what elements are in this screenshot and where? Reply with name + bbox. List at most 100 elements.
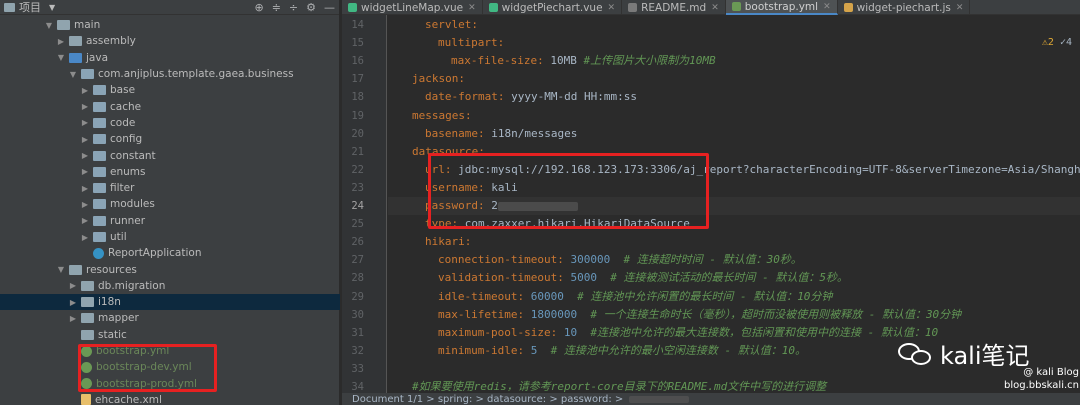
collapse-icon[interactable]: ≑ — [272, 1, 281, 14]
inspection-widget[interactable]: ⚠2 ✓4 — [1042, 37, 1072, 48]
tree-item-label: constant — [110, 149, 156, 162]
tree-item-label: ehcache.xml — [95, 393, 162, 405]
close-icon[interactable]: ✕ — [468, 3, 476, 13]
close-icon[interactable]: ✕ — [711, 3, 719, 13]
tree-item-label: i18n — [98, 296, 121, 309]
yaml-key: multipart: — [438, 36, 505, 50]
code-line[interactable]: jackson: — [412, 70, 465, 88]
tree-item[interactable]: ▼ com.anjiplus.template.gaea.business — [0, 66, 340, 82]
tree-item[interactable]: ▶ i18n — [0, 294, 340, 311]
editor-tab[interactable]: widgetPiechart.vue ✕ — [483, 0, 623, 15]
code-line[interactable]: servlet: — [412, 16, 478, 34]
tree-item-label: main — [74, 19, 101, 32]
tree-item[interactable]: ▼ resources — [0, 261, 340, 277]
code-line[interactable]: date-format: yyyy-MM-dd HH:mm:ss — [412, 88, 637, 106]
code-line[interactable]: hikari: — [412, 233, 471, 251]
breadcrumb[interactable]: Document 1/1 > spring: > datasource: > p… — [352, 394, 623, 405]
line-number: 24 — [351, 200, 364, 212]
editor-tab[interactable]: widgetLineMap.vue ✕ — [342, 0, 483, 15]
tree-item[interactable]: ▶ config — [0, 131, 340, 147]
chevron-down-icon[interactable]: ▼ — [56, 265, 66, 274]
chevron-down-icon[interactable]: ▼ — [68, 70, 78, 79]
watermark-blog: @ kali Blog blog.bbskali.cn — [1004, 366, 1079, 392]
chevron-right-icon[interactable]: ▶ — [68, 298, 78, 307]
chevron-right-icon[interactable]: ▶ — [80, 102, 90, 111]
code-line[interactable]: username: kali — [412, 179, 518, 197]
code-line[interactable]: max-lifetime: 1800000 # 一个连接生命时长（毫秒），超时而… — [412, 306, 961, 324]
chevron-right-icon[interactable]: ▶ — [80, 216, 90, 225]
code-line[interactable]: connection-timeout: 300000 # 连接超时时间 - 默认… — [412, 251, 802, 269]
ok-count[interactable]: ✓4 — [1060, 37, 1072, 48]
tree-item[interactable]: ▶ constant — [0, 147, 340, 163]
minimize-icon[interactable]: — — [324, 1, 335, 14]
chevron-right-icon[interactable]: ▶ — [80, 118, 90, 127]
close-icon[interactable]: ✕ — [956, 3, 964, 13]
tree-item[interactable]: ▶ mapper — [0, 310, 340, 326]
chevron-right-icon[interactable]: ▶ — [80, 233, 90, 242]
close-icon[interactable]: ✕ — [608, 3, 616, 13]
code-line[interactable]: multipart: — [412, 34, 504, 52]
tree-item[interactable]: ▶ filter — [0, 180, 340, 196]
editor-tab[interactable]: README.md ✕ — [622, 0, 726, 15]
tree-item[interactable]: ▶ assembly — [0, 33, 340, 49]
code-line[interactable]: maximum-pool-size: 10 #连接池中允许的最大连接数，包括闲置… — [412, 324, 938, 342]
chevron-right-icon[interactable]: ▶ — [56, 37, 66, 46]
tree-item[interactable]: ▶ modules — [0, 196, 340, 212]
code-line[interactable]: url: jdbc:mysql://192.168.123.173:3306/a… — [412, 161, 1080, 179]
tree-item[interactable]: bootstrap-prod.yml — [0, 376, 340, 392]
chevron-down-icon[interactable]: ▼ — [44, 21, 54, 30]
tree-item-label: config — [110, 133, 143, 146]
yaml-key: datasource: — [412, 144, 485, 158]
chevron-right-icon[interactable]: ▶ — [80, 86, 90, 95]
tree-item[interactable]: ▶ db.migration — [0, 278, 340, 294]
chevron-right-icon[interactable]: ▶ — [68, 314, 78, 323]
tree-item[interactable]: ehcache.xml — [0, 392, 340, 405]
tree-item[interactable]: ▶ cache — [0, 98, 340, 114]
tree-item[interactable]: ▼ java — [0, 50, 340, 66]
code-line[interactable]: minimum-idle: 5 # 连接池中允许的最小空闲连接数 - 默认值：1… — [412, 342, 806, 360]
chevron-down-icon[interactable]: ▼ — [49, 3, 55, 12]
tree-item-label: modules — [110, 198, 155, 211]
tree-item[interactable]: static — [0, 327, 340, 343]
chevron-right-icon[interactable]: ▶ — [80, 151, 90, 160]
chevron-right-icon[interactable]: ▶ — [68, 281, 78, 290]
tree-item[interactable]: bootstrap-dev.yml — [0, 359, 340, 375]
tree-item[interactable]: bootstrap.yml — [0, 343, 340, 359]
chevron-right-icon[interactable]: ▶ — [80, 167, 90, 176]
code-line[interactable]: idle-timeout: 60000 # 连接池中允许闲置的最长时间 - 默认… — [412, 288, 832, 306]
folder-icon — [69, 36, 82, 47]
close-icon[interactable]: ✕ — [823, 2, 831, 12]
code-line[interactable]: max-file-size: 10MB #上传图片大小限制为10MB — [412, 52, 716, 70]
project-panel-title[interactable]: 项目 — [19, 0, 41, 15]
file-type-icon — [488, 3, 498, 12]
gear-icon[interactable]: ⚙ — [306, 1, 316, 14]
chevron-right-icon[interactable]: ▶ — [80, 184, 90, 193]
code-line[interactable]: messages: — [412, 107, 472, 125]
locate-icon[interactable]: ⊕ — [254, 1, 263, 14]
code-line[interactable]: type: com.zaxxer.hikari.HikariDataSource — [412, 215, 690, 233]
tree-item[interactable]: ▶ runner — [0, 213, 340, 229]
tree-item[interactable]: ▶ base — [0, 82, 340, 98]
tree-item[interactable]: ▶ util — [0, 229, 340, 245]
chevron-right-icon[interactable]: ▶ — [80, 135, 90, 144]
code-line[interactable]: basename: i18n/messages — [412, 125, 577, 143]
chevron-right-icon[interactable]: ▶ — [80, 200, 90, 209]
yaml-key: basename: — [425, 126, 485, 140]
tree-item[interactable]: ▶ code — [0, 115, 340, 131]
code-line[interactable]: #如果要使用redis，请参考report-core目录下的README.md文… — [412, 378, 826, 393]
editor-tab[interactable]: widget-piechart.js ✕ — [838, 0, 971, 15]
folder-icon — [81, 313, 94, 324]
line-number: 18 — [351, 91, 364, 104]
expand-icon[interactable]: ÷ — [289, 1, 298, 14]
code-line[interactable]: validation-timeout: 5000 # 连接被测试活动的最长时间 … — [412, 269, 848, 287]
yaml-key: connection-timeout: — [438, 253, 564, 267]
warning-count[interactable]: ⚠2 — [1042, 37, 1054, 48]
tree-item[interactable]: ▶ enums — [0, 164, 340, 180]
code-line[interactable]: password: 2 — [412, 197, 578, 215]
code-line[interactable]: datasource: — [412, 143, 485, 161]
chevron-down-icon[interactable]: ▼ — [56, 53, 66, 62]
tree-item[interactable]: ▼ main — [0, 17, 340, 33]
tree-item[interactable]: ReportApplication — [0, 245, 340, 261]
editor-tab[interactable]: bootstrap.yml ✕ — [725, 0, 838, 15]
yaml-key: hikari: — [425, 235, 472, 249]
